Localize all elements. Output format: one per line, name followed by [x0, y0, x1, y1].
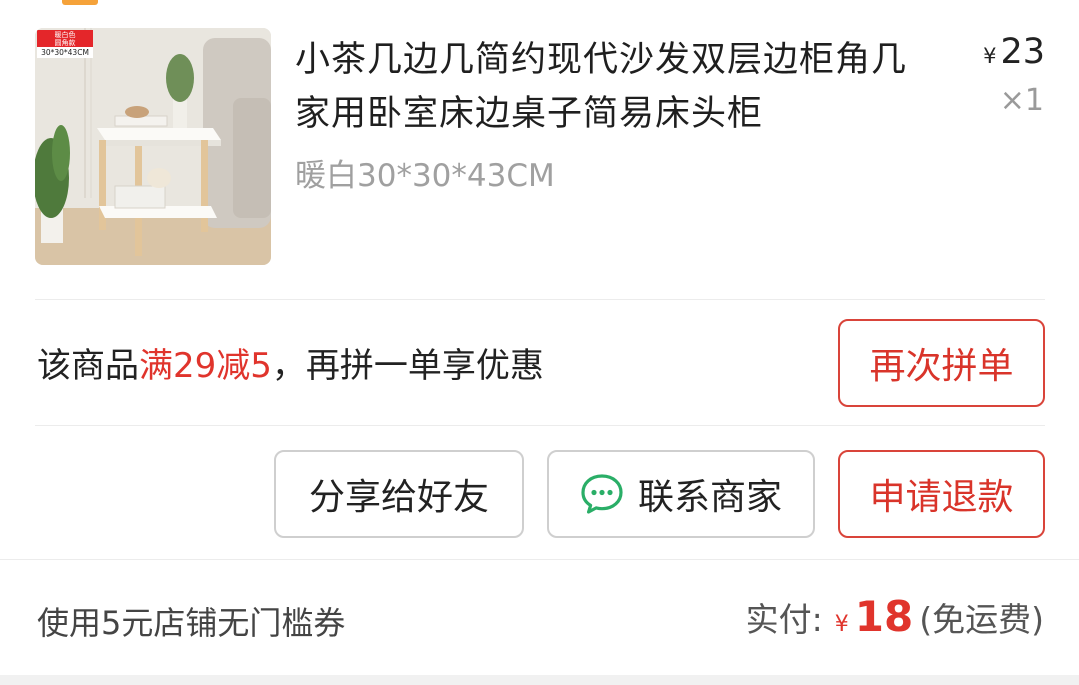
image-tag-style-text: 圆角款	[54, 39, 76, 47]
shipping-note: (免运费)	[919, 600, 1044, 639]
wechat-chat-icon	[581, 474, 623, 514]
paid-amount: 18	[854, 592, 914, 641]
divider	[35, 425, 1045, 426]
product-price: ¥23	[983, 32, 1045, 72]
image-tag-color: 暖白色 圆角款	[37, 30, 93, 47]
top-tab-marker	[62, 0, 98, 5]
promo-text: 该商品满29减5，再拼一单享优惠	[37, 338, 544, 387]
image-tag-size: 30*30*43CM	[37, 47, 93, 58]
reorder-button[interactable]: 再次拼单	[838, 319, 1045, 407]
product-photo	[35, 28, 271, 265]
price-value: 23	[1000, 32, 1045, 72]
divider	[35, 299, 1045, 300]
price-currency: ¥	[983, 44, 997, 68]
image-tag-color-text: 暖白色	[54, 31, 76, 39]
product-image[interactable]: 暖白色 圆角款 30*30*43CM	[35, 28, 271, 265]
coupon-text: 使用5元店铺无门槛券	[37, 604, 346, 642]
promo-prefix: 该商品	[37, 346, 139, 386]
product-quantity: ×1	[999, 83, 1044, 118]
bottom-separator	[0, 675, 1079, 685]
contact-merchant-button[interactable]: 联系商家	[547, 450, 815, 538]
share-friend-button[interactable]: 分享给好友	[274, 450, 524, 538]
paid-label: 实付:	[745, 600, 823, 639]
refund-button[interactable]: 申请退款	[838, 450, 1045, 538]
paid-summary: 实付: ¥ 18 (免运费)	[746, 592, 1044, 641]
product-spec: 暖白30*30*43CM	[295, 158, 555, 194]
product-title[interactable]: 小茶几边几简约现代沙发双层边柜角几家用卧室床边桌子简易床头柜	[295, 33, 915, 141]
promo-highlight: 满29减5	[139, 346, 272, 386]
paid-currency: ¥	[834, 612, 849, 637]
contact-merchant-label: 联系商家	[637, 477, 782, 518]
promo-suffix: ，再拼一单享优惠	[271, 346, 544, 386]
